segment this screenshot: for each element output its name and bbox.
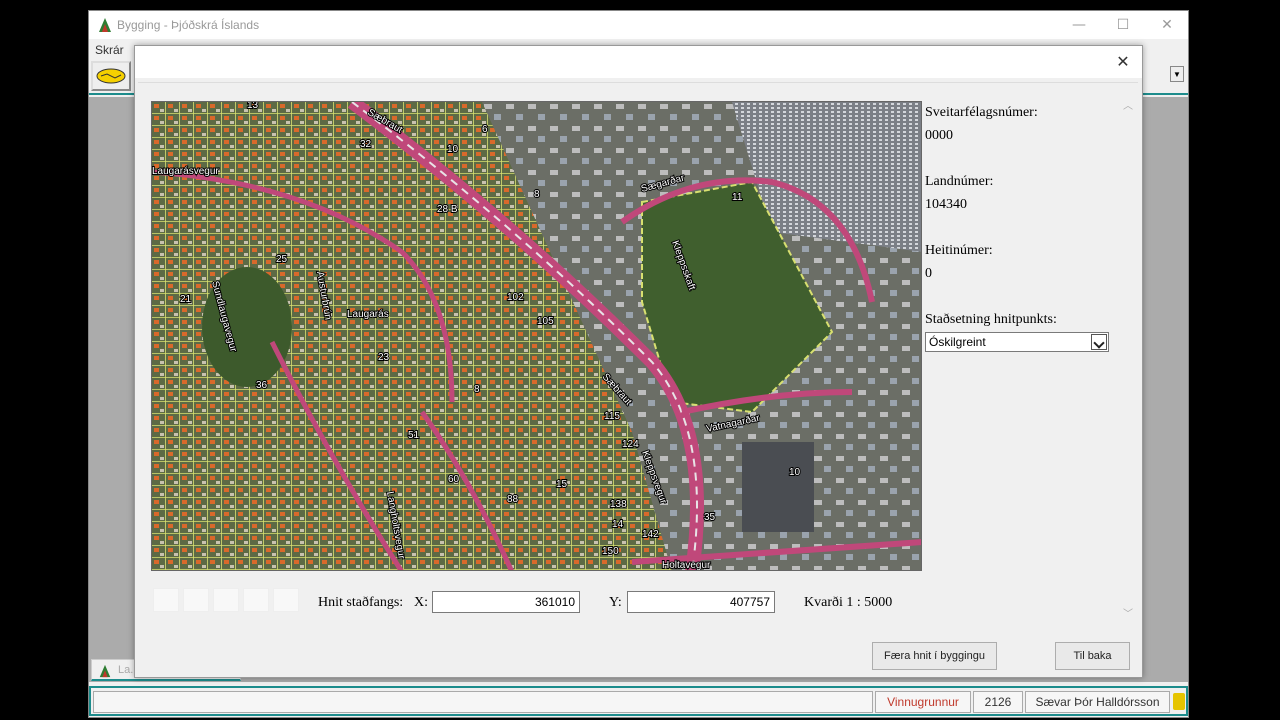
- map-number: 10: [789, 467, 801, 478]
- map-dialog: ✕ Sæbraut Sæbraut Laugarásvegur Kleppssk…: [134, 45, 1143, 678]
- heitinumer-value: 0: [925, 266, 932, 281]
- close-icon[interactable]: ✕: [1152, 15, 1182, 35]
- map-number: 150: [602, 546, 619, 557]
- map-tool-box[interactable]: [213, 588, 239, 612]
- map-number: 6: [482, 124, 488, 135]
- y-label: Y:: [609, 595, 622, 610]
- app-title: Bygging - Þjóðskrá Íslands: [117, 18, 260, 32]
- scroll-up-icon[interactable]: ︿: [1121, 97, 1135, 112]
- status-bar: Vinnugrunnur 2126 Sævar Þór Halldórsson: [89, 686, 1188, 716]
- x-label: X:: [414, 595, 428, 610]
- map-number: 115: [604, 411, 620, 422]
- landnumer-value: 104340: [925, 197, 967, 212]
- minimize-icon[interactable]: —: [1064, 15, 1094, 35]
- sveitarfelag-label: Sveitarfélagsnúmer:: [925, 105, 1038, 120]
- back-button[interactable]: Til baka: [1055, 642, 1130, 670]
- map-number: 35: [704, 512, 716, 523]
- map-district-label: Laugarás: [347, 309, 389, 320]
- map-number: 28 B: [437, 204, 458, 215]
- map-number: 8: [534, 189, 540, 200]
- dialog-panel: Sæbraut Sæbraut Laugarásvegur Kleppsskaf…: [138, 82, 1138, 632]
- stadsetning-select[interactable]: Óskilgreint: [925, 332, 1109, 352]
- map-number: 88: [507, 494, 519, 505]
- map-street-label: Holtavegur: [662, 560, 711, 571]
- aerial-map[interactable]: Sæbraut Sæbraut Laugarásvegur Kleppsskaf…: [151, 101, 922, 571]
- map-number: 142: [642, 529, 659, 540]
- map-number: 51: [408, 430, 420, 441]
- map-number: 11: [732, 192, 743, 203]
- chevron-down-icon[interactable]: [1091, 334, 1107, 350]
- lock-icon: [1173, 693, 1185, 710]
- app-logo-icon: [99, 18, 111, 32]
- stadsetning-selected-value: Óskilgreint: [929, 335, 986, 349]
- map-number: 8: [474, 384, 480, 395]
- scale-label: Kvarði 1 : 5000: [804, 595, 893, 610]
- status-user: Sævar Þór Halldórsson: [1025, 691, 1170, 713]
- map-tool-box[interactable]: [153, 588, 179, 612]
- aerial-map-image: Sæbraut Sæbraut Laugarásvegur Kleppsskaf…: [152, 102, 921, 571]
- map-number: 36: [256, 380, 268, 391]
- map-number: 60: [448, 474, 460, 485]
- status-message: [93, 691, 873, 713]
- toolbar-logo-button[interactable]: [91, 61, 131, 91]
- fish-logo-icon: [96, 68, 126, 84]
- map-number: 15: [556, 479, 568, 490]
- map-number: 105: [537, 316, 554, 327]
- maximize-icon[interactable]: ☐: [1108, 15, 1138, 35]
- sveitarfelag-value: 0000: [925, 128, 953, 143]
- map-number: 102: [507, 292, 524, 303]
- map-number: 13: [247, 102, 259, 111]
- dialog-titlebar[interactable]: ✕: [135, 46, 1142, 78]
- menu-file[interactable]: Skrár: [95, 43, 124, 57]
- toolbar-dropdown-arrow-icon[interactable]: ▼: [1170, 66, 1184, 82]
- status-number: 2126: [973, 691, 1023, 713]
- move-coordinates-button[interactable]: Færa hnit í byggingu: [872, 642, 997, 670]
- map-number: 21: [180, 294, 192, 305]
- landnumer-label: Landnúmer:: [925, 174, 994, 189]
- map-number: 32: [360, 139, 372, 150]
- dialog-close-icon[interactable]: ✕: [1110, 50, 1136, 74]
- stadsetning-label: Staðsetning hnitpunkts:: [925, 312, 1057, 327]
- scroll-down-icon[interactable]: ﹀: [1121, 605, 1135, 620]
- map-tool-box[interactable]: [243, 588, 269, 612]
- map-street-label: Laugarásvegur: [152, 166, 219, 177]
- map-number: 25: [276, 254, 288, 265]
- coords-label: Hnit staðfangs:: [318, 595, 404, 610]
- map-number: 10: [447, 144, 459, 155]
- map-number: 138: [610, 499, 627, 510]
- app-logo-icon: [99, 664, 111, 678]
- y-coordinate-field[interactable]: 407757: [627, 591, 775, 613]
- map-number: 14: [612, 519, 624, 530]
- app-titlebar[interactable]: Bygging - Þjóðskrá Íslands — ☐ ✕: [89, 11, 1188, 39]
- map-number: 23: [378, 352, 390, 363]
- heitinumer-label: Heitinúmer:: [925, 243, 993, 258]
- map-tool-box[interactable]: [273, 588, 299, 612]
- x-coordinate-field[interactable]: 361010: [432, 591, 580, 613]
- map-number: 124: [622, 439, 639, 450]
- map-tool-box[interactable]: [183, 588, 209, 612]
- status-mode: Vinnugrunnur: [875, 691, 971, 713]
